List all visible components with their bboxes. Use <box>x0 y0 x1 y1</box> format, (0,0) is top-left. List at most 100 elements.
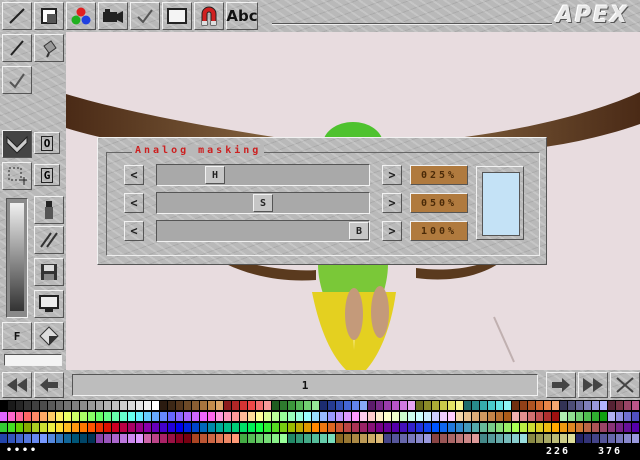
palette-swatch[interactable] <box>416 412 424 421</box>
palette-swatch[interactable] <box>560 412 568 421</box>
palette-swatch[interactable] <box>480 434 488 443</box>
palette-swatch[interactable] <box>8 412 16 421</box>
palette-swatch[interactable] <box>368 412 376 421</box>
palette-swatch[interactable] <box>448 401 456 410</box>
palette-swatch[interactable] <box>128 434 136 443</box>
palette-swatch[interactable] <box>128 412 136 421</box>
palette-swatch[interactable] <box>576 434 584 443</box>
text-tool-button[interactable]: Abc <box>226 2 258 30</box>
palette-swatch[interactable] <box>64 434 72 443</box>
palette-swatch[interactable] <box>248 412 256 421</box>
palette-swatch[interactable] <box>160 401 168 410</box>
palette-swatch[interactable] <box>544 434 552 443</box>
prev-frame-button[interactable] <box>34 372 64 398</box>
palette-swatch[interactable] <box>232 412 240 421</box>
pencil-tool-button[interactable] <box>2 34 32 62</box>
palette-swatch[interactable] <box>80 434 88 443</box>
palette-swatch[interactable] <box>72 423 80 432</box>
palette-swatch[interactable] <box>184 434 192 443</box>
palette-swatch[interactable] <box>136 434 144 443</box>
palette-swatch[interactable] <box>472 434 480 443</box>
o-button[interactable]: O <box>34 132 60 154</box>
palette-swatch[interactable] <box>240 401 248 410</box>
palette-swatch[interactable] <box>64 423 72 432</box>
first-frame-button[interactable] <box>2 372 32 398</box>
palette-swatch[interactable] <box>328 434 336 443</box>
palette-swatch[interactable] <box>192 423 200 432</box>
palette-swatch[interactable] <box>624 423 632 432</box>
palette-swatch[interactable] <box>624 412 632 421</box>
palette-swatch[interactable] <box>576 412 584 421</box>
palette-swatch[interactable] <box>472 423 480 432</box>
current-color-swatch[interactable] <box>4 354 62 366</box>
palette-swatch[interactable] <box>456 401 464 410</box>
palette-swatch[interactable] <box>160 434 168 443</box>
palette-swatch[interactable] <box>152 412 160 421</box>
palette-swatch[interactable] <box>240 434 248 443</box>
palette-swatch[interactable] <box>496 434 504 443</box>
palette-swatch[interactable] <box>224 423 232 432</box>
palette-swatch[interactable] <box>32 412 40 421</box>
palette-swatch[interactable] <box>216 434 224 443</box>
palette-swatch[interactable] <box>88 401 96 410</box>
palette-swatch[interactable] <box>456 423 464 432</box>
palette-swatch[interactable] <box>216 423 224 432</box>
palette-swatch[interactable] <box>80 423 88 432</box>
palette-swatch[interactable] <box>408 423 416 432</box>
palette-swatch[interactable] <box>616 423 624 432</box>
palette-swatch[interactable] <box>144 401 152 410</box>
palette-swatch[interactable] <box>504 423 512 432</box>
palette-swatch[interactable] <box>0 412 8 421</box>
palette-swatch[interactable] <box>136 412 144 421</box>
palette-swatch[interactable] <box>600 412 608 421</box>
palette-swatch[interactable] <box>440 423 448 432</box>
palette-swatch[interactable] <box>496 423 504 432</box>
palette-swatch[interactable] <box>520 434 528 443</box>
palette-swatch[interactable] <box>40 401 48 410</box>
palette-swatch[interactable] <box>592 412 600 421</box>
palette-swatch[interactable] <box>96 412 104 421</box>
palette-swatch[interactable] <box>224 412 232 421</box>
camera-button[interactable] <box>98 2 128 30</box>
palette-swatch[interactable] <box>592 401 600 410</box>
airbrush-tool-button[interactable] <box>2 66 32 94</box>
palette-swatch[interactable] <box>176 434 184 443</box>
palette-swatch[interactable] <box>568 401 576 410</box>
palette-swatch[interactable] <box>504 401 512 410</box>
palette-swatch[interactable] <box>0 434 8 443</box>
palette-swatch[interactable] <box>416 401 424 410</box>
palette-swatch[interactable] <box>88 423 96 432</box>
g-button[interactable]: G <box>34 164 60 186</box>
palette-swatch[interactable] <box>304 412 312 421</box>
palette-swatch[interactable] <box>176 412 184 421</box>
palette-swatch[interactable] <box>328 423 336 432</box>
mask-tool-button[interactable] <box>2 130 32 158</box>
palette-swatch[interactable] <box>304 423 312 432</box>
palette-swatch[interactable] <box>400 401 408 410</box>
palette-swatch[interactable] <box>40 412 48 421</box>
palette-swatch[interactable] <box>264 434 272 443</box>
magnet-button[interactable] <box>194 2 224 30</box>
palette-swatch[interactable] <box>280 401 288 410</box>
palette-swatch[interactable] <box>296 401 304 410</box>
select-tool-button[interactable] <box>2 162 32 190</box>
palette-swatch[interactable] <box>344 401 352 410</box>
color-palette[interactable] <box>0 400 640 444</box>
palette-swatch[interactable] <box>168 434 176 443</box>
f-button[interactable]: F <box>2 322 32 350</box>
palette-swatch[interactable] <box>312 412 320 421</box>
palette-swatch[interactable] <box>592 434 600 443</box>
palette-swatch[interactable] <box>392 423 400 432</box>
palette-swatch[interactable] <box>600 434 608 443</box>
palette-swatch[interactable] <box>280 412 288 421</box>
palette-swatch[interactable] <box>520 412 528 421</box>
palette-swatch[interactable] <box>320 412 328 421</box>
palette-swatch[interactable] <box>536 401 544 410</box>
palette-swatch[interactable] <box>256 401 264 410</box>
palette-swatch[interactable] <box>32 434 40 443</box>
palette-swatch[interactable] <box>392 401 400 410</box>
palette-swatch[interactable] <box>560 401 568 410</box>
smudge-tool-button[interactable] <box>34 196 64 224</box>
palette-swatch[interactable] <box>528 401 536 410</box>
next-frame-button[interactable] <box>546 372 576 398</box>
